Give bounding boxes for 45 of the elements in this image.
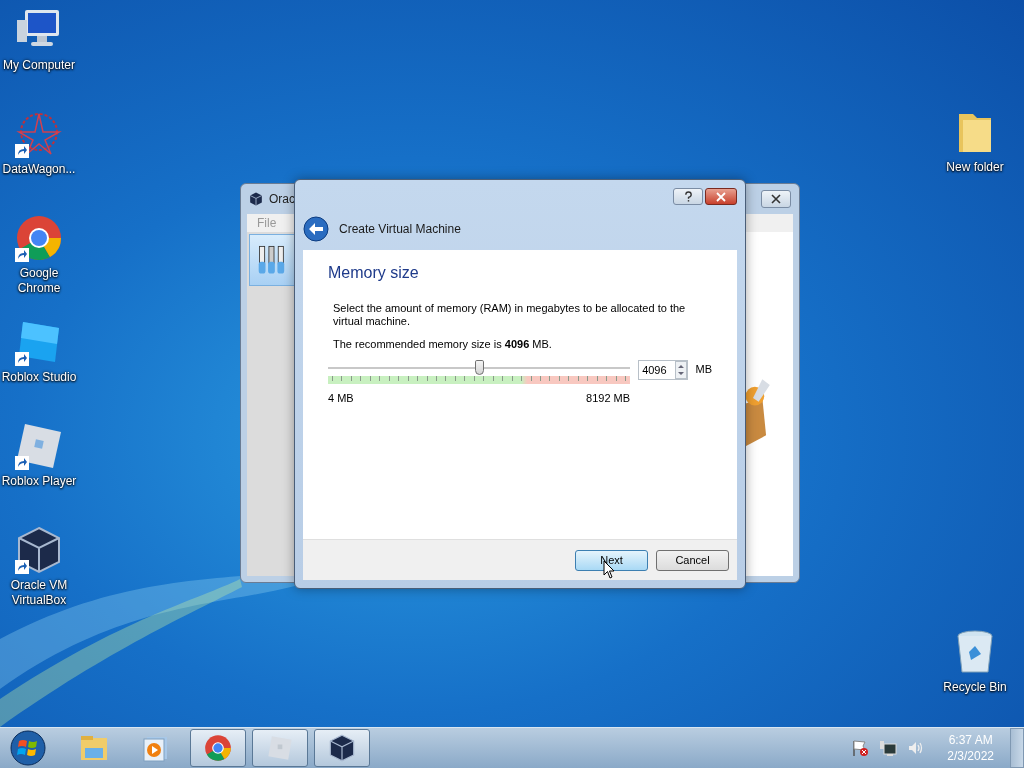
taskbar-button[interactable] bbox=[314, 729, 370, 767]
desktop-icon-label[interactable]: Roblox Studio bbox=[1, 370, 77, 385]
shortcut-arrow-icon bbox=[15, 560, 29, 574]
desktop-icon-label[interactable]: New folder bbox=[946, 160, 1004, 175]
cube-icon bbox=[327, 734, 357, 762]
network-icon[interactable] bbox=[879, 739, 898, 757]
close-icon bbox=[716, 191, 726, 202]
description-text: Select the amount of memory (RAM) in megabytes to be allocated to the virtual machine. bbox=[333, 302, 687, 328]
max-label: 8192 MB bbox=[586, 392, 631, 404]
back-button[interactable] bbox=[303, 216, 329, 242]
help-icon bbox=[683, 191, 693, 202]
shortcut-arrow-icon bbox=[15, 352, 29, 366]
recommendation-text: The recommended memory size is 4096 MB. bbox=[333, 338, 553, 350]
dialog-button[interactable]: Next bbox=[575, 549, 648, 571]
desktop-icon-label[interactable]: DataWagon... bbox=[2, 162, 76, 177]
desktop-icon-label[interactable]: My Computer bbox=[3, 58, 75, 73]
start-orb-icon[interactable] bbox=[10, 730, 46, 766]
folder-icon bbox=[79, 734, 109, 762]
dialog-title: Create Virtual Machine bbox=[339, 222, 461, 236]
dialog-button[interactable]: Cancel bbox=[656, 549, 729, 571]
desktop-icon-label[interactable]: Google Chrome bbox=[0, 266, 78, 296]
slider-thumb[interactable] bbox=[475, 360, 485, 375]
close-icon bbox=[771, 194, 781, 204]
shortcut-arrow-icon bbox=[15, 144, 29, 158]
starburst-icon[interactable] bbox=[15, 110, 63, 158]
window-title: Orac bbox=[269, 192, 295, 206]
shortcut-arrow-icon bbox=[15, 456, 29, 470]
chrome-icon bbox=[203, 734, 233, 762]
min-label: 4 MB bbox=[328, 392, 354, 404]
cube-icon bbox=[249, 192, 263, 206]
desktop-icon-label[interactable]: Roblox Player bbox=[1, 474, 77, 489]
flag-icon[interactable] bbox=[851, 739, 870, 757]
unit-label: MB bbox=[695, 362, 712, 375]
close-button[interactable] bbox=[761, 190, 791, 208]
shortcut-arrow-icon bbox=[15, 248, 29, 262]
cube-icon[interactable] bbox=[15, 526, 63, 574]
memory-slider[interactable] bbox=[328, 360, 631, 376]
desktop-icon-label[interactable]: Oracle VM VirtualBox bbox=[0, 578, 78, 608]
close-button[interactable] bbox=[705, 188, 737, 205]
spin-arrows-icon bbox=[674, 361, 687, 379]
page-heading: Memory size bbox=[328, 264, 420, 282]
help-button[interactable] bbox=[673, 188, 703, 205]
desktop-icon-label[interactable]: Recycle Bin bbox=[943, 680, 1007, 695]
memory-spinbox[interactable]: 4096 bbox=[638, 360, 688, 380]
chrome-icon[interactable] bbox=[15, 214, 63, 262]
